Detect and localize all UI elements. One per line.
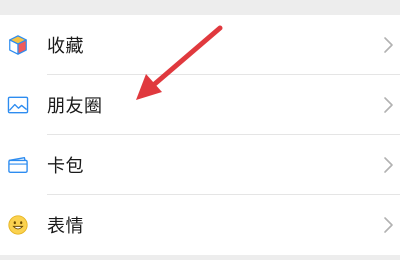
- favorites-cube-icon: [6, 33, 30, 57]
- chevron-right-icon: [382, 36, 394, 54]
- menu-item-label: 朋友圈: [47, 96, 103, 117]
- menu-item-favorites[interactable]: 收藏: [0, 15, 400, 75]
- menu-item-label: 表情: [47, 216, 84, 237]
- smiley-sticker-icon: [6, 213, 30, 237]
- menu-item-label: 收藏: [47, 36, 84, 57]
- card-wallet-icon: [6, 153, 30, 177]
- menu-item-stickers[interactable]: 表情: [0, 195, 400, 255]
- chevron-right-icon: [382, 96, 394, 114]
- chevron-right-icon: [382, 216, 394, 234]
- menu-item-cards[interactable]: 卡包: [0, 135, 400, 195]
- moments-image-icon: [6, 93, 30, 117]
- menu-item-moments[interactable]: 朋友圈: [0, 75, 400, 135]
- menu-item-label: 卡包: [47, 156, 84, 177]
- settings-screen: 收藏 朋友圈 卡包 表情: [0, 0, 400, 260]
- menu-list: 收藏 朋友圈 卡包 表情: [0, 15, 400, 255]
- chevron-right-icon: [382, 156, 394, 174]
